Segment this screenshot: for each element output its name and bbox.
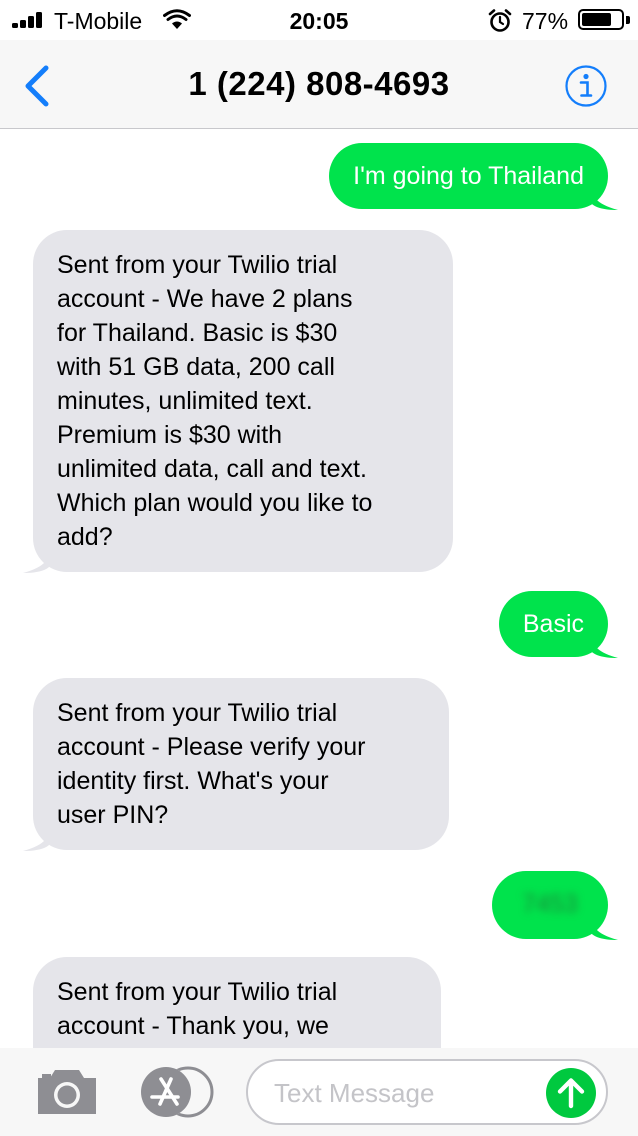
send-button[interactable] xyxy=(546,1068,596,1118)
message-line: with 51 GB data, 200 call xyxy=(57,353,335,381)
message-line: unlimited data, call and text. xyxy=(57,455,367,483)
message-thread[interactable]: I'm going to Thailand Sent from your Twi… xyxy=(0,130,638,1048)
message-line: account - We have 2 plans xyxy=(57,285,353,313)
bubble-tail xyxy=(23,821,51,851)
info-icon[interactable] xyxy=(564,64,608,108)
message-line: Premium is $30 with xyxy=(57,421,283,449)
message-line: identity first. What's your xyxy=(57,767,329,795)
battery-icon xyxy=(578,9,624,30)
message-text: Basic xyxy=(522,610,584,638)
incoming-message[interactable]: Sent from your Twilio trial account - We… xyxy=(23,230,453,573)
message-line: for Thailand. Basic is $30 xyxy=(57,319,338,347)
battery-percent: 77% xyxy=(522,8,569,34)
message-line: Sent from your Twilio trial xyxy=(57,978,338,1006)
outgoing-message[interactable]: 7453 xyxy=(492,871,618,940)
battery-cap xyxy=(626,16,630,24)
contact-title[interactable]: 1 (224) 808-4693 xyxy=(0,65,638,103)
blurred-pin-text: 7453 xyxy=(522,890,578,918)
bubble-tail xyxy=(590,628,618,658)
outgoing-message[interactable]: I'm going to Thailand xyxy=(329,143,618,210)
camera-icon[interactable] xyxy=(34,1066,100,1116)
message-text: I'm going to Thailand xyxy=(353,162,584,190)
send-arrow-icon xyxy=(557,1078,585,1109)
bubble-tail xyxy=(590,910,618,940)
message-line: add? xyxy=(57,523,113,551)
bubble-tail xyxy=(590,180,618,210)
message-line: minutes, unlimited text. xyxy=(57,387,313,415)
message-line: Which plan would you like to xyxy=(57,489,373,517)
compose-toolbar xyxy=(0,1048,638,1136)
incoming-message[interactable]: Sent from your Twilio trial account - Pl… xyxy=(23,678,449,851)
alarm-icon xyxy=(488,9,512,32)
message-line: account - Thank you, we xyxy=(57,1012,329,1040)
status-bar: T-Mobile 20:05 77% xyxy=(0,0,638,40)
nav-bar: 1 (224) 808-4693 xyxy=(0,40,638,129)
message-line: Sent from your Twilio trial xyxy=(57,699,338,727)
bubble-tail xyxy=(23,543,51,573)
app-store-icon[interactable] xyxy=(140,1066,214,1118)
message-input[interactable] xyxy=(274,1073,534,1113)
message-line: user PIN? xyxy=(57,801,169,829)
incoming-message[interactable]: Sent from your Twilio trial account - Th… xyxy=(33,957,441,1048)
message-input-field[interactable] xyxy=(246,1059,608,1125)
message-line: Sent from your Twilio trial xyxy=(57,251,338,279)
message-line: account - Please verify your xyxy=(57,733,366,761)
outgoing-message[interactable]: Basic xyxy=(498,591,618,658)
